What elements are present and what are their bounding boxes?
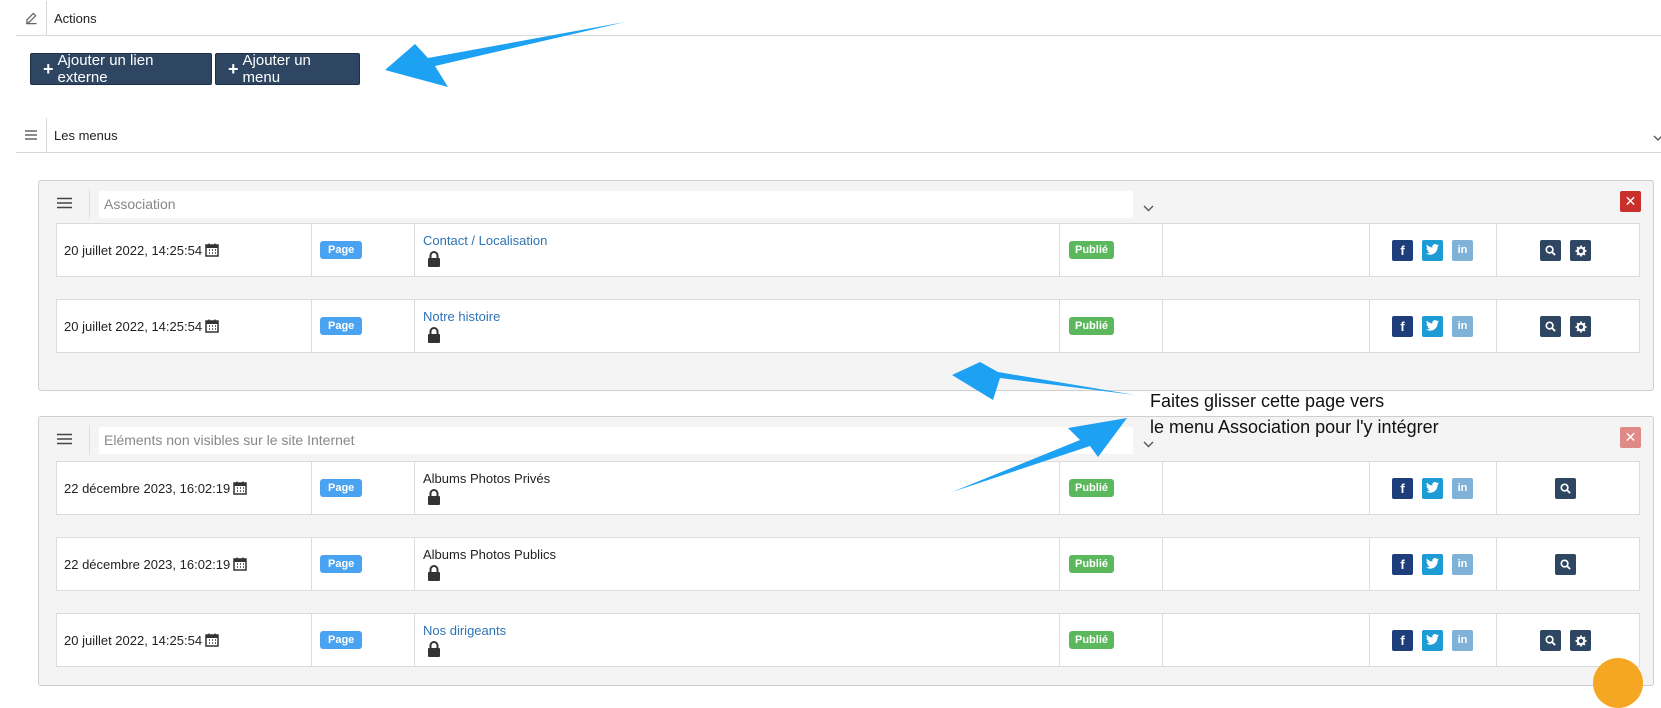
chat-bubble-button[interactable] [1593, 658, 1643, 708]
lock-icon [427, 327, 441, 346]
table-row[interactable]: 20 juillet 2022, 14:25:54 Page Notre his… [56, 299, 1640, 353]
plus-icon: + [228, 59, 239, 79]
drag-handle-icon[interactable] [57, 197, 72, 212]
menu-name-input[interactable]: Association [99, 191, 1133, 218]
facebook-icon[interactable]: f [1392, 554, 1413, 575]
linkedin-icon[interactable]: in [1452, 554, 1473, 575]
facebook-icon[interactable]: f [1392, 478, 1413, 499]
date-cell: 22 décembre 2023, 16:02:19 [57, 462, 312, 514]
search-icon[interactable] [1555, 478, 1576, 499]
menu-panel-hidden-elements[interactable]: Eléments non visibles sur le site Intern… [38, 416, 1654, 686]
status-badge: Publié [1069, 555, 1115, 573]
search-icon[interactable] [1540, 316, 1561, 337]
table-row[interactable]: 20 juillet 2022, 14:25:54 Page Nos dirig… [56, 613, 1640, 667]
type-badge: Page [320, 479, 363, 497]
calendar-icon [205, 633, 219, 647]
twitter-icon[interactable] [1422, 316, 1443, 337]
menus-header: Les menus [16, 118, 1661, 153]
page-title-link[interactable]: Notre histoire [423, 309, 500, 324]
status-badge: Publié [1069, 631, 1115, 649]
page-title: Albums Photos Privés [423, 471, 551, 486]
delete-menu-button[interactable]: ✕ [1620, 427, 1641, 448]
page-title-link[interactable]: Nos dirigeants [423, 623, 506, 638]
linkedin-icon[interactable]: in [1452, 630, 1473, 651]
calendar-icon [233, 557, 247, 571]
facebook-icon[interactable]: f [1392, 630, 1413, 651]
search-icon[interactable] [1540, 240, 1561, 261]
gear-icon[interactable] [1570, 630, 1591, 651]
twitter-icon[interactable] [1422, 240, 1443, 261]
calendar-icon [205, 319, 219, 333]
table-row[interactable]: 22 décembre 2023, 16:02:19 Page Albums P… [56, 461, 1640, 515]
drag-handle-icon[interactable] [57, 433, 72, 448]
date-cell: 20 juillet 2022, 14:25:54 [57, 300, 312, 352]
gear-icon[interactable] [1570, 316, 1591, 337]
edit-icon [16, 1, 47, 35]
facebook-icon[interactable]: f [1392, 240, 1413, 261]
date-cell: 20 juillet 2022, 14:25:54 [57, 224, 312, 276]
chevron-down-icon[interactable] [1653, 130, 1661, 145]
page-title-link[interactable]: Contact / Localisation [423, 233, 547, 248]
date-cell: 20 juillet 2022, 14:25:54 [57, 614, 312, 666]
lock-icon [427, 489, 441, 508]
twitter-icon[interactable] [1422, 478, 1443, 499]
calendar-icon [233, 481, 247, 495]
status-badge: Publié [1069, 317, 1115, 335]
lock-icon [427, 565, 441, 584]
type-badge: Page [320, 241, 363, 259]
menu-name-input[interactable]: Eléments non visibles sur le site Intern… [99, 427, 1133, 454]
linkedin-icon[interactable]: in [1452, 478, 1473, 499]
twitter-icon[interactable] [1422, 630, 1443, 651]
plus-icon: + [43, 59, 54, 79]
linkedin-icon[interactable]: in [1452, 316, 1473, 337]
chevron-down-icon[interactable] [1143, 200, 1154, 215]
actions-header: Actions [16, 1, 1661, 36]
status-badge: Publié [1069, 479, 1115, 497]
annotation-line-2: le menu Association pour l'y intégrer [1150, 417, 1439, 437]
add-menu-button[interactable]: + Ajouter un menu [215, 52, 360, 86]
status-badge: Publié [1069, 241, 1115, 259]
panel-header: Association ✕ [39, 181, 1653, 223]
lock-icon [427, 251, 441, 270]
type-badge: Page [320, 631, 363, 649]
page-title: Albums Photos Publics [423, 547, 556, 562]
delete-menu-button[interactable]: ✕ [1620, 191, 1641, 212]
linkedin-icon[interactable]: in [1452, 240, 1473, 261]
gear-icon[interactable] [1570, 240, 1591, 261]
date-cell: 22 décembre 2023, 16:02:19 [57, 538, 312, 590]
twitter-icon[interactable] [1422, 554, 1443, 575]
search-icon[interactable] [1540, 630, 1561, 651]
lock-icon [427, 641, 441, 660]
add-external-link-button[interactable]: + Ajouter un lien externe [30, 52, 212, 86]
calendar-icon [205, 243, 219, 257]
actions-label: Actions [54, 10, 97, 26]
facebook-icon[interactable]: f [1392, 316, 1413, 337]
hamburger-icon [16, 118, 47, 152]
search-icon[interactable] [1555, 554, 1576, 575]
table-row[interactable]: 22 décembre 2023, 16:02:19 Page Albums P… [56, 537, 1640, 591]
type-badge: Page [320, 317, 363, 335]
annotation-line-1: Faites glisser cette page vers [1150, 391, 1385, 411]
menus-label: Les menus [54, 127, 118, 143]
menu-panel-association[interactable]: Association ✕ 20 juillet 2022, 14:25:54 … [38, 180, 1654, 391]
table-row[interactable]: 20 juillet 2022, 14:25:54 Page Contact /… [56, 223, 1640, 277]
annotation-note: Faites glisser cette page vers le menu A… [1150, 388, 1439, 440]
type-badge: Page [320, 555, 363, 573]
